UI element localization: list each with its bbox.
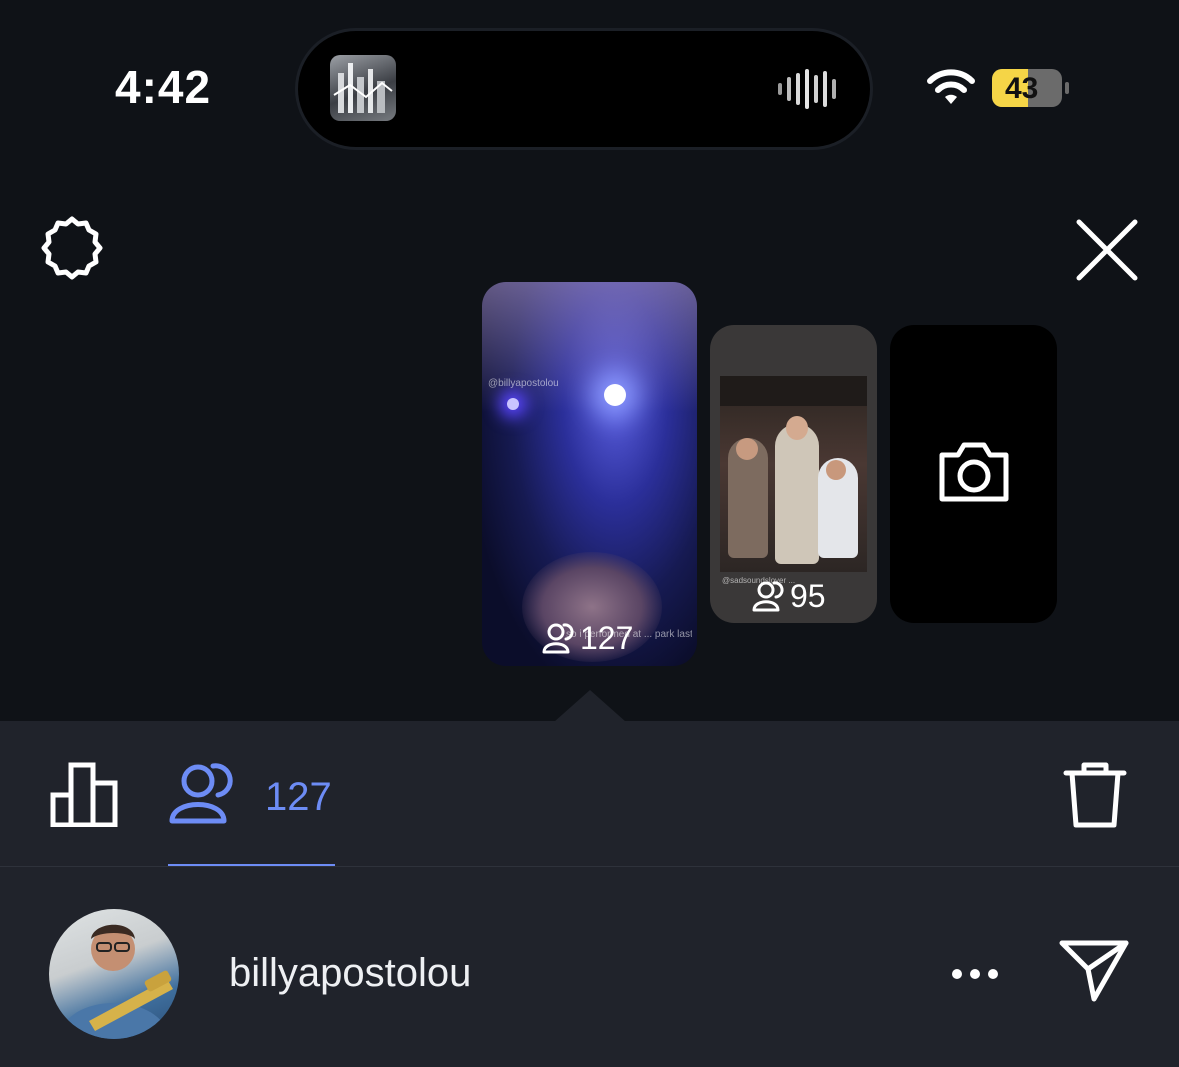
viewer-username[interactable]: billyapostolou <box>229 951 471 996</box>
bar-chart-icon[interactable] <box>50 761 118 827</box>
story-thumbnail[interactable]: @sadsoundslover ... 95 <box>710 325 877 623</box>
battery-level: 43 <box>1005 72 1039 105</box>
story-viewer-count-value: 127 <box>580 620 634 656</box>
story-viewer-count-value: 95 <box>790 578 826 614</box>
close-icon[interactable] <box>1075 218 1139 282</box>
viewer-list-item[interactable]: billyapostolou <box>0 867 1179 1067</box>
story-photo <box>720 376 867 572</box>
trash-icon[interactable] <box>1062 761 1128 829</box>
status-time: 4:42 <box>115 61 212 113</box>
viewers-icon <box>542 623 574 654</box>
audio-waveform-icon <box>778 69 836 109</box>
now-playing-artwork <box>330 55 396 121</box>
gear-icon[interactable] <box>38 215 106 283</box>
wifi-icon <box>927 69 975 104</box>
story-thumbnail-selected[interactable]: @billyapostolou so i performed at ... pa… <box>482 282 697 666</box>
viewers-icon <box>752 581 784 612</box>
story-viewer-count: 95 <box>752 580 826 612</box>
story-watermark: @billyapostolou <box>488 378 559 389</box>
viewers-count: 127 <box>265 775 332 819</box>
tab-viewers-underline <box>168 864 335 866</box>
story-insights-panel: 127 billyapostolou <box>0 721 1179 1067</box>
ellipsis-icon[interactable] <box>950 967 1000 981</box>
tab-viewers[interactable]: 127 <box>168 761 335 865</box>
add-story-card[interactable] <box>890 325 1057 623</box>
camera-icon <box>939 442 1009 502</box>
avatar[interactable] <box>49 909 179 1039</box>
viewers-icon <box>169 763 233 824</box>
story-image-haze <box>482 282 697 412</box>
send-icon[interactable] <box>1058 937 1130 1003</box>
panel-tabs: 127 <box>0 721 1179 867</box>
selection-pointer <box>554 690 626 722</box>
dynamic-island[interactable] <box>298 31 870 147</box>
story-viewer-count: 127 <box>542 622 633 654</box>
battery-indicator: 43 <box>992 69 1069 107</box>
stage-light <box>604 384 626 406</box>
stage-light-small <box>507 398 519 410</box>
